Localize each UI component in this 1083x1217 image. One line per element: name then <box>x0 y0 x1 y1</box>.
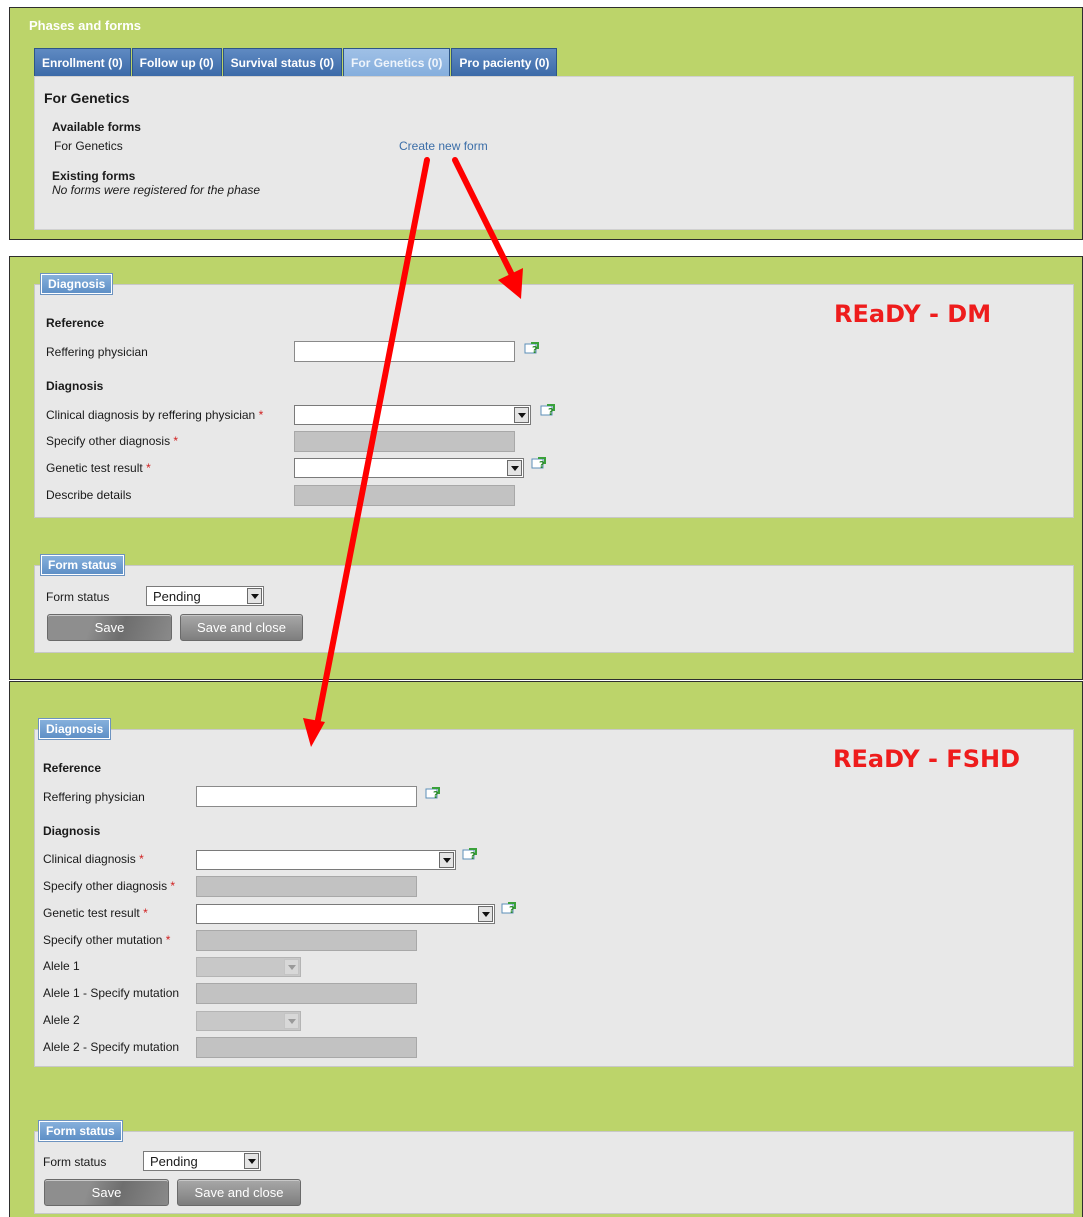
fshd-referring-physician-input[interactable] <box>196 786 417 807</box>
dm-describe-details-input <box>294 485 515 506</box>
fshd-alele2-label: Alele 2 <box>43 1013 80 1027</box>
dm-specify-other-diagnosis-input <box>294 431 515 452</box>
fshd-alele1-label: Alele 1 <box>43 959 80 973</box>
tab-for-genetics[interactable]: For Genetics (0) <box>343 48 451 76</box>
dm-save-button[interactable]: Save <box>47 614 172 641</box>
fshd-clinical-diagnosis-label: Clinical diagnosis * <box>43 852 144 866</box>
dm-referring-physician-label: Reffering physician <box>46 345 148 359</box>
fshd-alele2-mutation-input <box>196 1037 417 1058</box>
help-icon[interactable]: ? <box>531 456 547 470</box>
svg-text:?: ? <box>470 851 476 861</box>
dm-specify-other-diagnosis-label: Specify other diagnosis * <box>46 434 179 448</box>
dm-diagnosis-legend: Diagnosis <box>39 273 114 295</box>
fshd-clinical-diagnosis-select[interactable] <box>196 850 456 870</box>
fshd-form-status-legend: Form status <box>38 1120 123 1142</box>
dm-form-status-legend: Form status <box>40 554 125 576</box>
fshd-alele1-select <box>196 957 301 977</box>
available-forms-heading: Available forms <box>52 120 141 134</box>
tab-enrollment[interactable]: Enrollment (0) <box>34 48 131 76</box>
svg-text:?: ? <box>433 790 439 800</box>
dm-annotation-label: REaDY - DM <box>834 300 992 328</box>
fshd-specify-other-mutation-label: Specify other mutation * <box>43 933 171 947</box>
fshd-save-button[interactable]: Save <box>44 1179 169 1206</box>
help-icon[interactable]: ? <box>501 901 517 915</box>
help-icon[interactable]: ? <box>524 341 540 355</box>
help-icon[interactable]: ? <box>462 847 478 861</box>
fshd-referring-physician-label: Reffering physician <box>43 790 145 804</box>
phase-tabs: Enrollment (0) Follow up (0) Survival st… <box>34 48 558 76</box>
fshd-specify-other-diagnosis-label: Specify other diagnosis * <box>43 879 176 893</box>
svg-text:?: ? <box>539 460 545 470</box>
tab-survival-status[interactable]: Survival status (0) <box>222 48 343 76</box>
fshd-specify-other-diagnosis-input <box>196 876 417 897</box>
tab-follow-up[interactable]: Follow up (0) <box>131 48 222 76</box>
svg-text:?: ? <box>532 345 538 355</box>
phase-heading: For Genetics <box>44 90 130 106</box>
help-icon[interactable]: ? <box>540 403 556 417</box>
dm-form-panel: Diagnosis Reference Reffering physician … <box>9 256 1083 680</box>
fshd-genetic-test-label: Genetic test result * <box>43 906 148 920</box>
chevron-down-icon[interactable] <box>247 588 262 604</box>
chevron-down-icon[interactable] <box>507 460 522 476</box>
fshd-alele1-mutation-input <box>196 983 417 1004</box>
dm-diagnosis-heading: Diagnosis <box>46 379 104 393</box>
fshd-alele2-select <box>196 1011 301 1031</box>
fshd-alele2-mutation-label: Alele 2 - Specify mutation <box>43 1040 180 1054</box>
fshd-annotation-label: REaDY - FSHD <box>833 745 1020 773</box>
fshd-specify-other-mutation-input <box>196 930 417 951</box>
svg-text:?: ? <box>548 407 554 417</box>
svg-text:?: ? <box>509 905 515 915</box>
fshd-form-status-select[interactable]: Pending <box>143 1151 261 1171</box>
fshd-alele1-mutation-label: Alele 1 - Specify mutation <box>43 986 180 1000</box>
phases-title: Phases and forms <box>29 18 141 33</box>
dm-genetic-test-label: Genetic test result * <box>46 461 151 475</box>
fshd-diagnosis-heading: Diagnosis <box>43 824 101 838</box>
phase-tab-body: For Genetics Available forms For Genetic… <box>34 76 1074 230</box>
existing-forms-empty-text: No forms were registered for the phase <box>52 183 261 197</box>
dm-form-status-select[interactable]: Pending <box>146 586 264 606</box>
fshd-form-status-label: Form status <box>43 1155 107 1169</box>
tab-pro-pacienty[interactable]: Pro pacienty (0) <box>451 48 558 76</box>
create-new-form-link[interactable]: Create new form <box>399 139 488 153</box>
chevron-down-icon[interactable] <box>478 906 493 922</box>
chevron-down-icon[interactable] <box>244 1153 259 1169</box>
fshd-form-status-fieldset: Form status Form status Pending Save Sav… <box>34 1120 1074 1214</box>
dm-form-status-label: Form status <box>46 590 110 604</box>
fshd-diagnosis-legend: Diagnosis <box>37 718 112 740</box>
chevron-down-icon[interactable] <box>514 407 529 423</box>
help-icon[interactable]: ? <box>425 786 441 800</box>
chevron-down-icon <box>284 1013 299 1029</box>
existing-forms-heading: Existing forms <box>52 169 136 183</box>
chevron-down-icon <box>284 959 299 975</box>
dm-describe-details-label: Describe details <box>46 488 132 502</box>
dm-referring-physician-input[interactable] <box>294 341 515 362</box>
fshd-form-panel: Diagnosis Reference Reffering physician … <box>9 681 1083 1217</box>
available-form-name: For Genetics <box>54 139 123 153</box>
fshd-genetic-test-select[interactable] <box>196 904 495 924</box>
fshd-diagnosis-fieldset: Diagnosis Reference Reffering physician … <box>34 718 1074 1067</box>
dm-clinical-diagnosis-label: Clinical diagnosis by reffering physicia… <box>46 408 264 422</box>
fshd-reference-heading: Reference <box>43 761 102 775</box>
dm-reference-heading: Reference <box>46 316 105 330</box>
fshd-save-and-close-button[interactable]: Save and close <box>177 1179 301 1206</box>
dm-form-status-fieldset: Form status Form status Pending Save Sav… <box>34 554 1074 653</box>
dm-genetic-test-select[interactable] <box>294 458 524 478</box>
dm-save-and-close-button[interactable]: Save and close <box>180 614 303 641</box>
phases-panel: Phases and forms Enrollment (0) Follow u… <box>9 7 1083 240</box>
dm-clinical-diagnosis-select[interactable] <box>294 405 531 425</box>
chevron-down-icon[interactable] <box>439 852 454 868</box>
